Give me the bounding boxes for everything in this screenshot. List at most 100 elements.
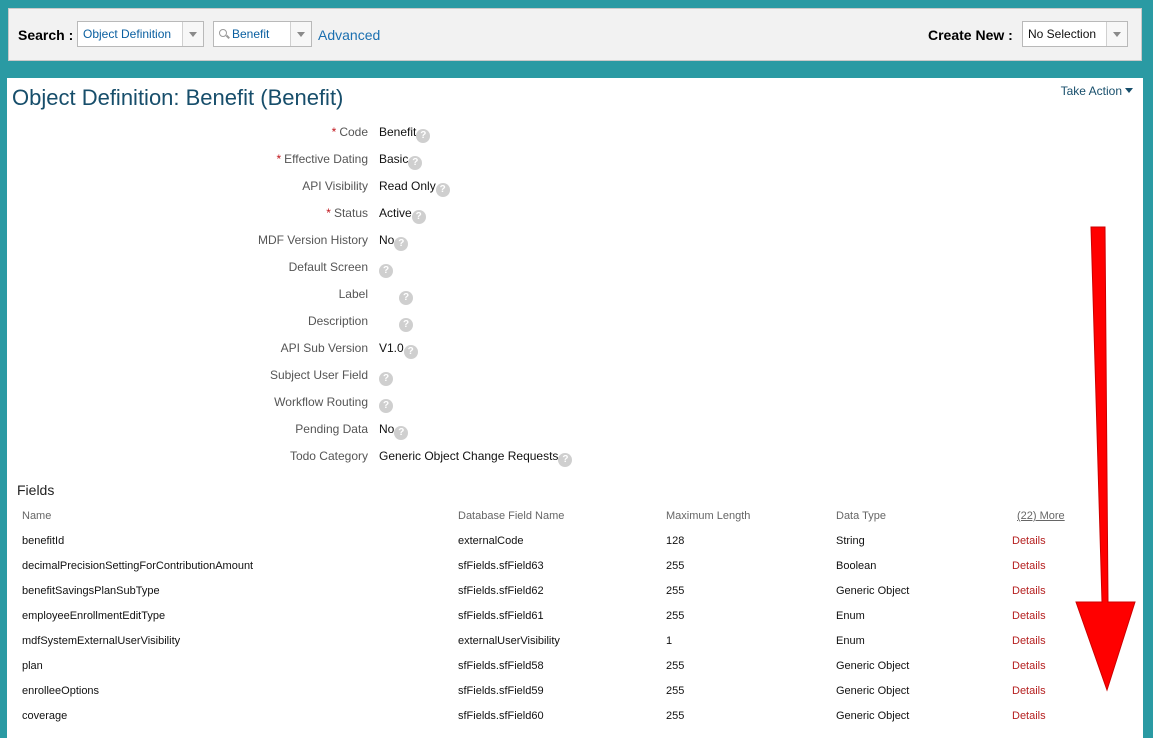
property-label-text: API Visibility bbox=[302, 179, 368, 193]
create-new-select[interactable]: No Selection bbox=[1022, 21, 1128, 47]
table-row: mdfSystemExternalUserVisibility externalU… bbox=[7, 635, 1143, 660]
db-field-cell: externalCode bbox=[458, 535, 524, 547]
property-label-text: Pending Data bbox=[295, 422, 368, 436]
property-value-text: Generic Object Change Requests bbox=[379, 449, 559, 463]
required-marker: * bbox=[326, 206, 331, 220]
help-icon[interactable]: ? bbox=[416, 129, 431, 143]
table-row: enrolleeOptions sfFields.sfField59 255 Gene… bbox=[7, 685, 1143, 710]
data-type-cell: String bbox=[836, 535, 865, 547]
max-length-cell: 255 bbox=[666, 710, 685, 722]
column-header-name: Name bbox=[22, 510, 52, 522]
table-row: plan sfFields.sfField58 255 Generic Object D… bbox=[7, 660, 1143, 685]
data-type-cell: Generic Object bbox=[836, 710, 910, 722]
column-header-db-field: Database Field Name bbox=[458, 510, 565, 522]
property-label-text: Code bbox=[339, 125, 368, 139]
required-marker: * bbox=[276, 152, 282, 166]
details-link[interactable]: Details bbox=[1012, 685, 1046, 697]
field-name-cell: benefitSavingsPlanSubType bbox=[22, 585, 160, 597]
search-type-select[interactable]: Object Definition bbox=[77, 21, 204, 47]
take-action-menu[interactable]: Take Action bbox=[1061, 84, 1133, 98]
details-link[interactable]: Details bbox=[1012, 585, 1046, 597]
property-label: Subject User Field bbox=[7, 368, 368, 382]
search-type-value: Object Definition bbox=[83, 27, 172, 41]
property-label: Workflow Routing bbox=[7, 395, 368, 409]
data-type-cell: Generic Object bbox=[836, 585, 910, 597]
field-name-cell: mdfSystemExternalUserVisibility bbox=[22, 635, 181, 647]
data-type-cell: Enum bbox=[836, 610, 865, 622]
property-value: No? bbox=[379, 422, 409, 440]
property-value: ? bbox=[379, 368, 393, 386]
db-field-cell: sfFields.sfField58 bbox=[458, 660, 544, 672]
db-field-cell: sfFields.sfField60 bbox=[458, 710, 544, 722]
property-label: * Effective Dating bbox=[7, 152, 369, 166]
help-icon[interactable]: ? bbox=[558, 453, 573, 467]
property-value: No? bbox=[379, 233, 409, 251]
field-name-cell: coverage bbox=[22, 710, 68, 722]
details-link[interactable]: Details bbox=[1012, 635, 1046, 647]
search-value: Benefit bbox=[232, 27, 270, 41]
details-link[interactable]: Details bbox=[1012, 710, 1046, 722]
property-value: ? bbox=[379, 287, 413, 305]
details-link[interactable]: Details bbox=[1012, 535, 1046, 547]
property-value: ? bbox=[379, 395, 393, 413]
db-field-cell: sfFields.sfField62 bbox=[458, 585, 544, 597]
column-header-data-type: Data Type bbox=[836, 510, 886, 522]
property-label: Todo Category bbox=[7, 449, 368, 463]
max-length-cell: 128 bbox=[666, 535, 685, 547]
property-label-text: Status bbox=[333, 206, 368, 220]
max-length-cell: 255 bbox=[666, 660, 685, 672]
chevron-down-icon[interactable] bbox=[290, 22, 311, 46]
details-link[interactable]: Details bbox=[1012, 660, 1046, 672]
details-link[interactable]: Details bbox=[1012, 610, 1046, 622]
search-label: Search : bbox=[18, 27, 74, 43]
property-label-text: MDF Version History bbox=[257, 233, 368, 247]
data-type-cell: Generic Object bbox=[836, 685, 910, 697]
chevron-down-icon[interactable] bbox=[182, 22, 203, 46]
property-label-text: Workflow Routing bbox=[274, 395, 368, 409]
property-label-text: API Sub Version bbox=[280, 341, 368, 355]
help-icon[interactable]: ? bbox=[394, 426, 409, 440]
help-icon[interactable]: ? bbox=[379, 372, 393, 386]
property-label: API Sub Version bbox=[7, 341, 368, 355]
data-type-cell: Boolean bbox=[836, 560, 877, 572]
property-label-text: Effective Dating bbox=[284, 152, 368, 166]
data-type-cell: Enum bbox=[836, 635, 865, 647]
property-label: Description bbox=[7, 314, 368, 328]
property-value-text: Basic bbox=[379, 152, 409, 166]
table-row: benefitId externalCode 128 String Details bbox=[7, 535, 1143, 560]
db-field-cell: sfFields.sfField63 bbox=[458, 560, 544, 572]
field-name-cell: benefitId bbox=[22, 535, 65, 547]
property-label-text: Todo Category bbox=[289, 449, 368, 463]
help-icon[interactable]: ? bbox=[408, 156, 423, 170]
max-length-cell: 255 bbox=[666, 560, 685, 572]
help-icon[interactable]: ? bbox=[379, 399, 393, 413]
chevron-down-icon[interactable] bbox=[1106, 22, 1127, 46]
property-label-text: Default Screen bbox=[288, 260, 368, 274]
help-icon[interactable]: ? bbox=[403, 345, 418, 359]
property-label-text: Description bbox=[307, 314, 368, 328]
help-icon[interactable]: ? bbox=[411, 210, 426, 224]
help-icon[interactable]: ? bbox=[399, 318, 413, 332]
help-icon[interactable]: ? bbox=[379, 264, 393, 278]
help-icon[interactable]: ? bbox=[394, 237, 409, 251]
property-value: ? bbox=[379, 260, 393, 278]
create-new-label: Create New : bbox=[928, 27, 1013, 43]
property-label: Label bbox=[7, 287, 368, 301]
property-label: Pending Data bbox=[7, 422, 368, 436]
property-value-text: V1.0 bbox=[379, 341, 404, 355]
max-length-cell: 255 bbox=[666, 685, 685, 697]
details-link[interactable]: Details bbox=[1012, 560, 1046, 572]
field-name-cell: employeeEnrollmentEditType bbox=[22, 610, 166, 622]
field-name-cell: enrolleeOptions bbox=[22, 685, 100, 697]
property-value: V1.0? bbox=[379, 341, 418, 359]
more-columns-link[interactable]: (22) More bbox=[1017, 510, 1065, 522]
help-icon[interactable]: ? bbox=[435, 183, 450, 197]
advanced-search-link[interactable]: Advanced bbox=[318, 27, 380, 43]
property-value: Read Only? bbox=[379, 179, 450, 197]
property-value: Basic? bbox=[379, 152, 423, 170]
create-new-value: No Selection bbox=[1028, 27, 1097, 41]
db-field-cell: sfFields.sfField59 bbox=[458, 685, 544, 697]
search-value-select[interactable]: Benefit bbox=[213, 21, 312, 47]
help-icon[interactable]: ? bbox=[399, 291, 413, 305]
field-name-cell: plan bbox=[22, 660, 43, 672]
